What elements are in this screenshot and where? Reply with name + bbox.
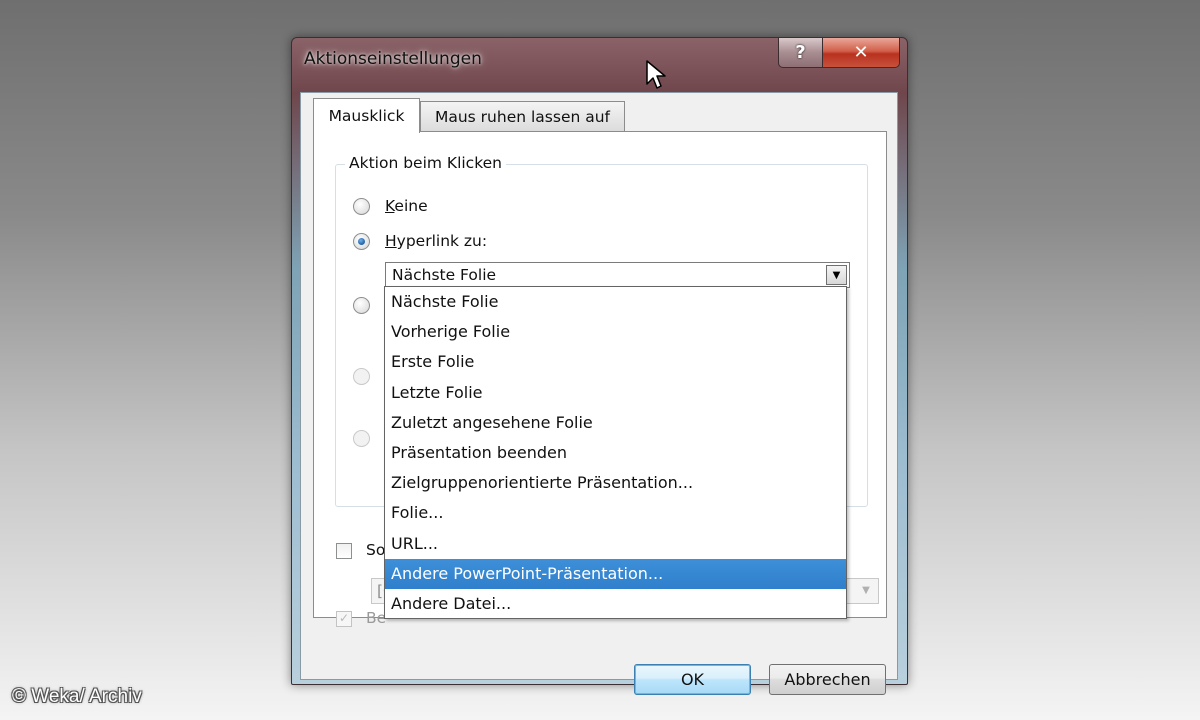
dropdown-item-andere-powerpoint-praesentation[interactable]: Andere PowerPoint-Präsentation... xyxy=(385,558,846,589)
dropdown-item-naechste-folie[interactable]: Nächste Folie xyxy=(385,287,846,317)
help-button[interactable]: ? xyxy=(778,38,823,68)
cancel-button[interactable]: Abbrechen xyxy=(769,664,886,695)
hyperlink-target-combo[interactable]: Nächste Folie ▼ xyxy=(385,262,850,288)
chevron-down-icon: ▼ xyxy=(862,585,870,596)
radio-run-macro[interactable] xyxy=(353,368,370,385)
dropdown-item-andere-datei[interactable]: Andere Datei... xyxy=(385,589,846,619)
group-label: Aktion beim Klicken xyxy=(345,154,506,172)
combo-dropdown-button[interactable]: ▼ xyxy=(826,265,847,285)
accelerator-key: K xyxy=(385,197,395,215)
tab-maus-ruhen-lassen-auf[interactable]: Maus ruhen lassen auf xyxy=(420,101,625,131)
radio-object-action[interactable] xyxy=(353,430,370,447)
hyperlink-dropdown-list: Nächste Folie Vorherige Folie Erste Foli… xyxy=(384,286,847,619)
label-text: yperlink zu: xyxy=(396,232,488,250)
copyright-watermark: © Weka/ Archiv xyxy=(12,686,142,707)
radio-run-program[interactable] xyxy=(353,297,370,314)
dropdown-item-letzte-folie[interactable]: Letzte Folie xyxy=(385,378,846,408)
chevron-down-icon: ▼ xyxy=(832,269,841,281)
play-sound-label[interactable]: So xyxy=(366,541,385,559)
dropdown-item-praesentation-beenden[interactable]: Präsentation beenden xyxy=(385,438,846,468)
close-button[interactable]: ✕ xyxy=(822,38,900,68)
dropdown-item-url[interactable]: URL... xyxy=(385,529,846,559)
radio-keine-label[interactable]: Keine xyxy=(385,197,428,215)
accelerator-key: H xyxy=(385,232,397,250)
dropdown-item-erste-folie[interactable]: Erste Folie xyxy=(385,347,846,377)
radio-hyperlink-label[interactable]: Hyperlink zu: xyxy=(385,232,487,250)
help-icon: ? xyxy=(795,42,806,63)
radio-keine[interactable] xyxy=(353,198,370,215)
dialog-title: Aktionseinstellungen xyxy=(304,49,482,69)
dropdown-item-zuletzt-angesehene-folie[interactable]: Zuletzt angesehene Folie xyxy=(385,408,846,438)
close-icon: ✕ xyxy=(853,42,869,63)
highlight-click-checkbox[interactable]: ✓ xyxy=(336,611,352,627)
play-sound-checkbox[interactable] xyxy=(336,543,352,559)
mouse-cursor-icon xyxy=(646,60,666,89)
ok-button[interactable]: OK xyxy=(634,664,751,695)
dropdown-item-folie[interactable]: Folie... xyxy=(385,498,846,528)
combo-value: Nächste Folie xyxy=(392,266,497,284)
label-text: eine xyxy=(394,197,428,215)
tab-mausklick[interactable]: Mausklick xyxy=(313,98,420,133)
radio-hyperlink[interactable] xyxy=(353,233,370,250)
dropdown-item-vorherige-folie[interactable]: Vorherige Folie xyxy=(385,317,846,347)
dropdown-item-zielgruppenorientierte-praesentation[interactable]: Zielgruppenorientierte Präsentation... xyxy=(385,468,846,498)
